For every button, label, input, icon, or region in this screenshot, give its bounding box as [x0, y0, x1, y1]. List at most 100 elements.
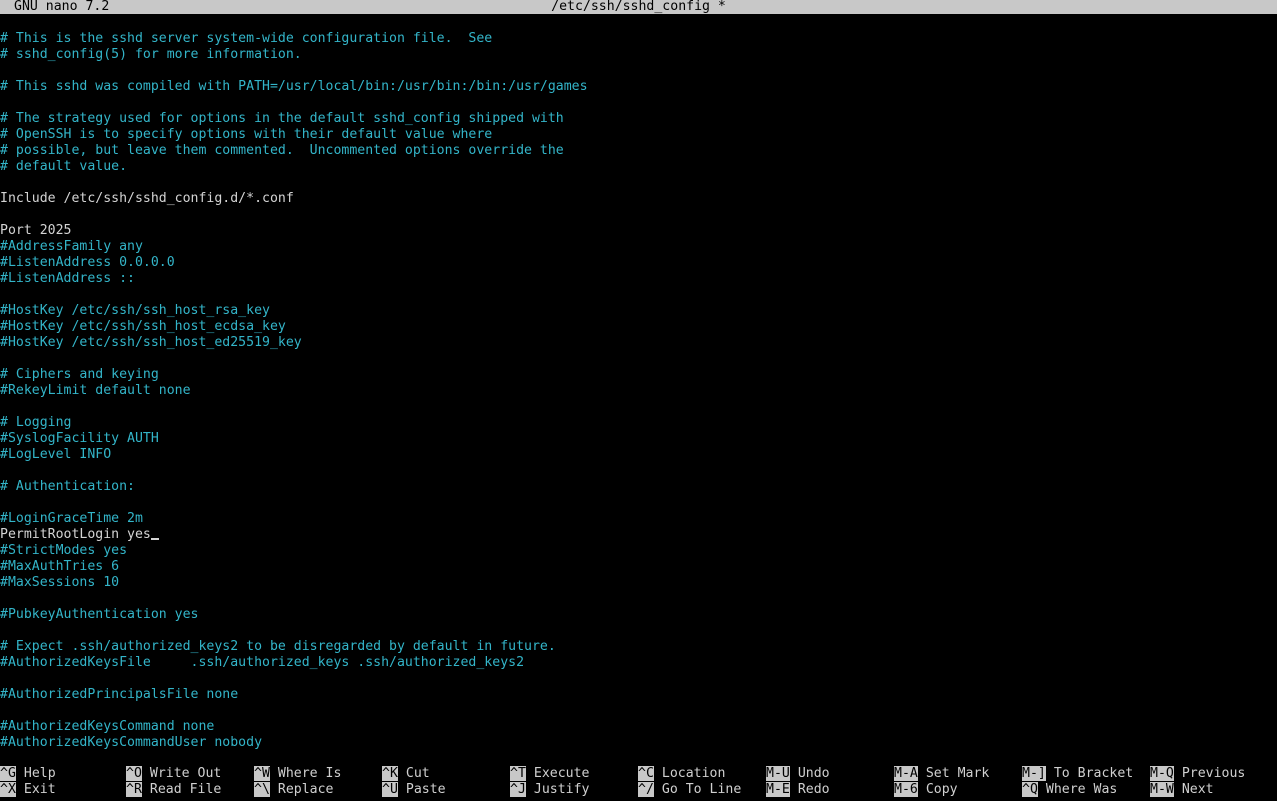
comment-line[interactable]: # The strategy used for options in the d…: [0, 111, 1277, 127]
comment-line[interactable]: # Logging: [0, 415, 1277, 431]
comment-line[interactable]: #HostKey /etc/ssh/ssh_host_rsa_key: [0, 303, 1277, 319]
blank-line[interactable]: [0, 399, 1277, 415]
shortcut-execute[interactable]: ^T Execute: [510, 766, 589, 782]
shortcut-label: Read File: [149, 782, 222, 797]
shortcut-label: Exit: [23, 782, 56, 797]
shortcut-key: M-U: [766, 766, 790, 781]
shortcut-exit[interactable]: ^X Exit: [0, 782, 56, 798]
comment-line[interactable]: #LogLevel INFO: [0, 447, 1277, 463]
config-line[interactable]: Port 2025: [0, 223, 1277, 239]
blank-line[interactable]: [0, 351, 1277, 367]
blank-line[interactable]: [0, 591, 1277, 607]
blank-line[interactable]: [0, 207, 1277, 223]
comment-line[interactable]: #HostKey /etc/ssh/ssh_host_ecdsa_key: [0, 319, 1277, 335]
shortcut-key: ^T: [510, 766, 526, 781]
shortcut-next[interactable]: M-W Next: [1150, 782, 1214, 798]
shortcut-cut[interactable]: ^K Cut: [382, 766, 430, 782]
shortcut-key: ^O: [126, 766, 142, 781]
blank-line[interactable]: [0, 463, 1277, 479]
shortcut-redo[interactable]: M-E Redo: [766, 782, 830, 798]
shortcut-key: ^X: [0, 782, 16, 797]
shortcut-location[interactable]: ^C Location: [638, 766, 725, 782]
comment-line[interactable]: #LoginGraceTime 2m: [0, 511, 1277, 527]
comment-line[interactable]: # sshd_config(5) for more information.: [0, 47, 1277, 63]
shortcut-label: Copy: [925, 782, 958, 797]
shortcut-key: M-Q: [1150, 766, 1174, 781]
blank-line[interactable]: [0, 495, 1277, 511]
shortcut-label: Cut: [405, 766, 430, 781]
comment-line[interactable]: #PubkeyAuthentication yes: [0, 607, 1277, 623]
shortcut-replace[interactable]: ^\ Replace: [254, 782, 333, 798]
comment-line[interactable]: #AuthorizedKeysCommand none: [0, 719, 1277, 735]
comment-line[interactable]: # OpenSSH is to specify options with the…: [0, 127, 1277, 143]
shortcut-help[interactable]: ^G Help: [0, 766, 56, 782]
comment-line[interactable]: # possible, but leave them commented. Un…: [0, 143, 1277, 159]
blank-line[interactable]: [0, 623, 1277, 639]
comment-line[interactable]: #AuthorizedPrincipalsFile none: [0, 687, 1277, 703]
shortcut-to-bracket[interactable]: M-] To Bracket: [1022, 766, 1133, 782]
title-bar: /etc/ssh/sshd_config * GNU nano 7.2: [0, 0, 1277, 14]
shortcut-label: Location: [661, 766, 726, 781]
blank-line[interactable]: [0, 95, 1277, 111]
comment-line[interactable]: # Authentication:: [0, 479, 1277, 495]
shortcut-label: To Bracket: [1053, 766, 1134, 781]
line-text: # Logging: [0, 415, 72, 430]
line-text: #AuthorizedPrincipalsFile none: [0, 687, 239, 702]
shortcut-where-is[interactable]: ^W Where Is: [254, 766, 341, 782]
comment-line[interactable]: #ListenAddress 0.0.0.0: [0, 255, 1277, 271]
shortcut-previous[interactable]: M-Q Previous: [1150, 766, 1245, 782]
comment-line[interactable]: # Expect .ssh/authorized_keys2 to be dis…: [0, 639, 1277, 655]
config-line[interactable]: PermitRootLogin yes: [0, 527, 1277, 543]
line-text: #HostKey /etc/ssh/ssh_host_rsa_key: [0, 303, 270, 318]
app-name: GNU nano 7.2: [14, 0, 110, 14]
line-text: # Ciphers and keying: [0, 367, 159, 382]
comment-line[interactable]: #SyslogFacility AUTH: [0, 431, 1277, 447]
line-text: # possible, but leave them commented. Un…: [0, 143, 564, 158]
shortcut-key: ^U: [382, 782, 398, 797]
shortcut-write-out[interactable]: ^O Write Out: [126, 766, 221, 782]
file-name: /etc/ssh/sshd_config *: [551, 0, 726, 14]
comment-line[interactable]: # default value.: [0, 159, 1277, 175]
config-line[interactable]: Include /etc/ssh/sshd_config.d/*.conf: [0, 191, 1277, 207]
comment-line[interactable]: # This sshd was compiled with PATH=/usr/…: [0, 79, 1277, 95]
blank-line[interactable]: [0, 63, 1277, 79]
comment-line[interactable]: #HostKey /etc/ssh/ssh_host_ed25519_key: [0, 335, 1277, 351]
shortcut-label: Set Mark: [925, 766, 990, 781]
blank-line[interactable]: [0, 287, 1277, 303]
comment-line[interactable]: # This is the sshd server system-wide co…: [0, 31, 1277, 47]
blank-line[interactable]: [0, 703, 1277, 719]
shortcut-set-mark[interactable]: M-A Set Mark: [894, 766, 989, 782]
line-text: # default value.: [0, 159, 128, 174]
shortcut-key: ^\: [254, 782, 270, 797]
editor-buffer[interactable]: # This is the sshd server system-wide co…: [0, 31, 1277, 751]
shortcut-key: ^G: [0, 766, 16, 781]
shortcut-label: Paste: [405, 782, 446, 797]
line-text: #HostKey /etc/ssh/ssh_host_ed25519_key: [0, 335, 302, 350]
shortcut-label: Justify: [533, 782, 590, 797]
line-text: #ListenAddress ::: [0, 271, 135, 286]
shortcut-key: ^Q: [1022, 782, 1038, 797]
shortcut-read-file[interactable]: ^R Read File: [126, 782, 221, 798]
shortcut-key: ^J: [510, 782, 526, 797]
shortcut-go-to-line[interactable]: ^/ Go To Line: [638, 782, 741, 798]
comment-line[interactable]: # Ciphers and keying: [0, 367, 1277, 383]
comment-line[interactable]: #StrictModes yes: [0, 543, 1277, 559]
line-text: # OpenSSH is to specify options with the…: [0, 127, 493, 142]
comment-line[interactable]: #AuthorizedKeysFile .ssh/authorized_keys…: [0, 655, 1277, 671]
blank-line[interactable]: [0, 175, 1277, 191]
comment-line[interactable]: #MaxSessions 10: [0, 575, 1277, 591]
comment-line[interactable]: #MaxAuthTries 6: [0, 559, 1277, 575]
comment-line[interactable]: #ListenAddress ::: [0, 271, 1277, 287]
shortcut-where-was[interactable]: ^Q Where Was: [1022, 782, 1117, 798]
shortcut-paste[interactable]: ^U Paste: [382, 782, 446, 798]
text-cursor: [150, 538, 159, 540]
line-text: #MaxAuthTries 6: [0, 559, 120, 574]
comment-line[interactable]: #AddressFamily any: [0, 239, 1277, 255]
comment-line[interactable]: #AuthorizedKeysCommandUser nobody: [0, 735, 1277, 751]
shortcut-copy[interactable]: M-6 Copy: [894, 782, 958, 798]
line-text: #AuthorizedKeysFile .ssh/authorized_keys…: [0, 655, 525, 670]
comment-line[interactable]: #RekeyLimit default none: [0, 383, 1277, 399]
shortcut-undo[interactable]: M-U Undo: [766, 766, 830, 782]
shortcut-justify[interactable]: ^J Justify: [510, 782, 589, 798]
blank-line[interactable]: [0, 671, 1277, 687]
